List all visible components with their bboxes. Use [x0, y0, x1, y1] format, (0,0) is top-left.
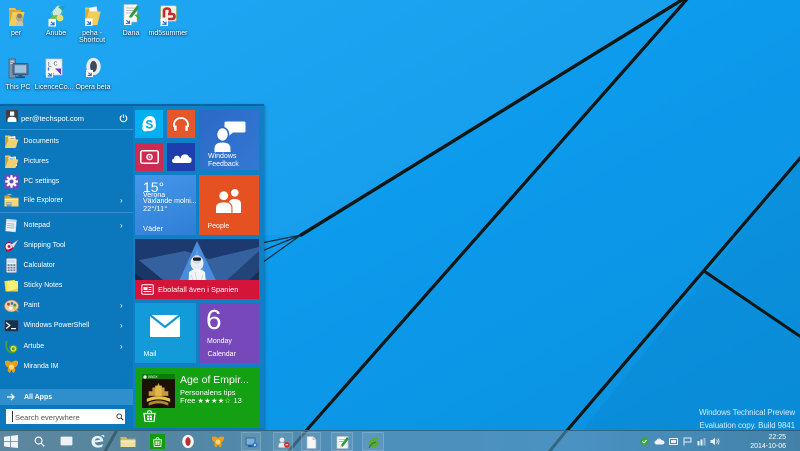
svg-text:XBOX: XBOX [148, 375, 158, 379]
svg-text:C: C [54, 62, 58, 68]
svg-text:L: L [48, 62, 52, 69]
